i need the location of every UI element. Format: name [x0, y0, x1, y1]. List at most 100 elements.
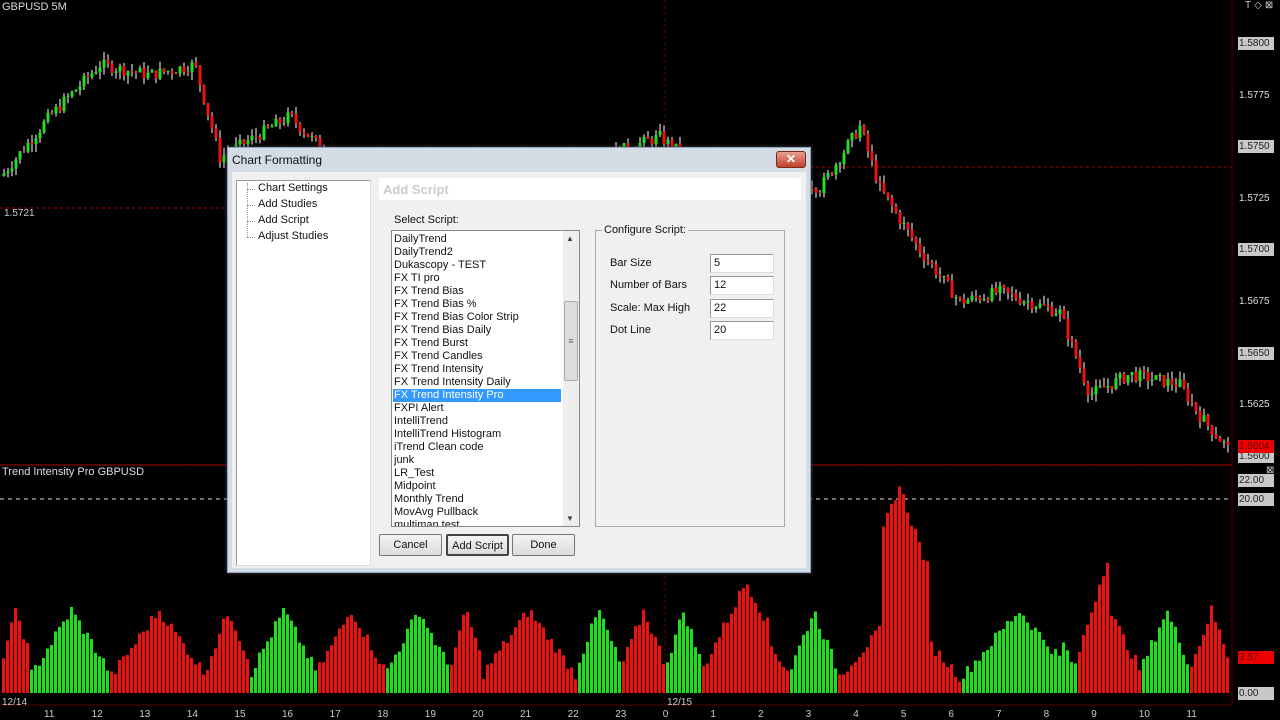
window-controls[interactable]: T◇⊠: [1245, 0, 1276, 11]
candle-body: [86, 75, 90, 78]
script-list-item[interactable]: FX Trend Intensity Pro: [393, 389, 561, 402]
scroll-thumb[interactable]: ≡: [564, 301, 578, 381]
scroll-down-icon[interactable]: ▼: [566, 514, 574, 523]
histogram-bar: [1066, 650, 1069, 693]
histogram-bar: [662, 663, 665, 693]
script-listbox[interactable]: multiman test MovAvg Pullback Monthly Tren…: [391, 230, 580, 527]
histogram-bar: [698, 653, 701, 693]
histogram-bar: [366, 634, 369, 693]
histogram-bar: [734, 607, 737, 693]
histogram-bar: [346, 617, 349, 693]
tree-item-chart-settings[interactable]: Chart Settings: [258, 182, 328, 194]
histogram-bar: [590, 623, 593, 693]
script-list-item[interactable]: IntelliTrend: [394, 415, 562, 428]
script-list-item[interactable]: FX Trend Intensity Daily: [394, 376, 562, 389]
candle-body: [982, 298, 986, 301]
script-list-item[interactable]: FX Trend Intensity: [394, 363, 562, 376]
price-tick-label: 1.5725: [1239, 192, 1270, 204]
candle-body: [166, 70, 170, 72]
pin-icon[interactable]: T: [1245, 0, 1254, 11]
histogram-bar: [766, 617, 769, 693]
candle-body: [1098, 385, 1102, 387]
script-list-item[interactable]: Monthly Trend: [394, 493, 562, 506]
candle-body: [1026, 301, 1030, 303]
candle-body: [958, 297, 962, 299]
candle-body: [174, 73, 178, 75]
script-list-item[interactable]: DailyTrend2: [394, 246, 562, 259]
candle-body: [274, 118, 278, 127]
param-input[interactable]: 22: [710, 299, 774, 318]
histogram-bar: [626, 646, 629, 693]
histogram-bar: [82, 633, 85, 693]
script-list-item[interactable]: MovAvg Pullback: [394, 506, 562, 519]
histogram-bar: [406, 628, 409, 693]
candle-body: [1062, 309, 1066, 319]
script-list-item[interactable]: Midpoint: [394, 480, 562, 493]
candle-body: [910, 229, 914, 238]
script-list-item[interactable]: multiman test: [394, 519, 562, 526]
date-label: 12/14: [2, 697, 28, 708]
script-list-item[interactable]: FX Trend Burst: [394, 337, 562, 350]
histogram-bar: [834, 668, 837, 693]
close-button[interactable]: ✕: [776, 151, 806, 168]
time-tick-label: 11: [1186, 709, 1197, 720]
candle-body: [266, 125, 270, 128]
histogram-bar: [1074, 663, 1077, 693]
param-input[interactable]: 12: [710, 276, 774, 295]
histogram-bar: [1118, 625, 1121, 693]
histogram-bar: [670, 652, 673, 693]
script-list-item[interactable]: DailyTrend: [394, 233, 562, 246]
histogram-bar: [166, 625, 169, 693]
param-input[interactable]: 20: [710, 321, 774, 340]
histogram-bar: [198, 662, 201, 693]
histogram-bar: [1110, 615, 1113, 693]
script-list-item[interactable]: FXPI Alert: [394, 402, 562, 415]
histogram-bar: [210, 656, 213, 693]
histogram-bar: [266, 641, 269, 693]
script-list-item[interactable]: FX Trend Bias Daily: [394, 324, 562, 337]
script-list-item[interactable]: IntelliTrend Histogram: [394, 428, 562, 441]
restore-icon[interactable]: ◇: [1254, 0, 1265, 11]
tree-item-add-script[interactable]: Add Script: [258, 214, 309, 226]
script-list-item[interactable]: FX Trend Bias Color Strip: [394, 311, 562, 324]
tree-item-adjust-studies[interactable]: Adjust Studies: [258, 230, 328, 242]
study-zero-label: 0.00: [1238, 687, 1274, 700]
close-icon[interactable]: ⊠: [1265, 0, 1276, 11]
candle-body: [210, 115, 214, 129]
study-max-label: 22.00: [1238, 474, 1274, 487]
histogram-bar: [774, 653, 777, 693]
candle-body: [838, 163, 842, 165]
param-input[interactable]: 5: [710, 254, 774, 273]
histogram-bar: [682, 612, 685, 693]
script-list-item[interactable]: FX Trend Bias: [394, 285, 562, 298]
price-tick-label: 1.5700: [1238, 243, 1274, 257]
candle-body: [298, 123, 302, 132]
cancel-button[interactable]: Cancel: [379, 534, 442, 556]
histogram-bar: [550, 638, 553, 693]
histogram-bar: [846, 671, 849, 693]
script-list-item[interactable]: FX Trend Candles: [394, 350, 562, 363]
script-list-item[interactable]: junk: [394, 454, 562, 467]
histogram-bar: [890, 504, 893, 693]
histogram-bar: [882, 526, 885, 693]
script-list-item[interactable]: Dukascopy - TEST: [394, 259, 562, 272]
histogram-bar: [74, 614, 77, 693]
candle-body: [1074, 341, 1078, 357]
histogram-bar: [634, 626, 637, 693]
candle-body: [950, 280, 954, 298]
listbox-scrollbar[interactable]: ▲ ≡ ▼: [563, 231, 579, 526]
candle-body: [858, 125, 862, 139]
histogram-bar: [1142, 658, 1145, 693]
tree-item-add-studies[interactable]: Add Studies: [258, 198, 317, 210]
script-list-item[interactable]: FX TI pro: [394, 272, 562, 285]
histogram-bar: [394, 654, 397, 693]
script-list-item[interactable]: FX Trend Bias %: [394, 298, 562, 311]
add-script-button[interactable]: Add Script: [446, 534, 509, 556]
script-list-item[interactable]: iTrend Clean code: [394, 441, 562, 454]
histogram-bar: [414, 614, 417, 693]
done-button[interactable]: Done: [512, 534, 575, 556]
script-list-item[interactable]: LR_Test: [394, 467, 562, 480]
scroll-up-icon[interactable]: ▲: [566, 234, 574, 243]
histogram-bar: [254, 668, 257, 693]
histogram-bar: [474, 637, 477, 693]
